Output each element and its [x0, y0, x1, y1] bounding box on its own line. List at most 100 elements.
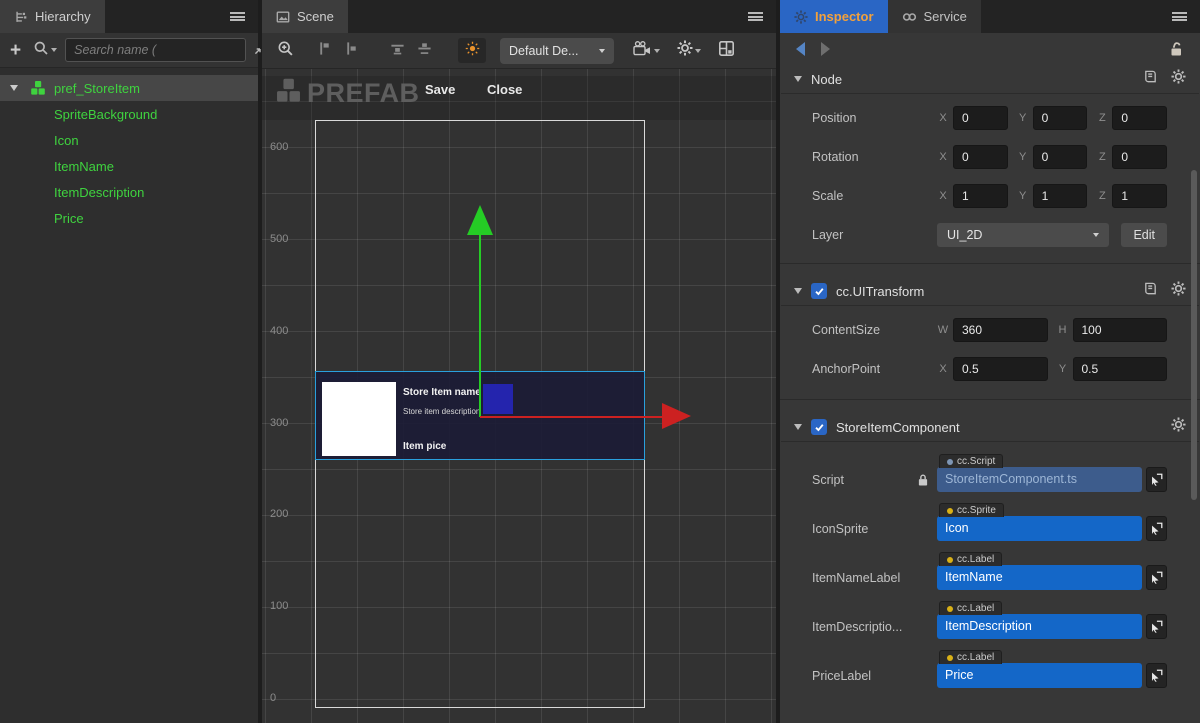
- prefab-cube-icon: [30, 80, 46, 96]
- save-button[interactable]: Save: [425, 82, 455, 97]
- anchor-point-x-input[interactable]: 0.5: [953, 357, 1048, 381]
- tree-item-label: Icon: [54, 133, 79, 148]
- tab-scene[interactable]: Scene: [262, 0, 348, 33]
- unlock-icon[interactable]: [1169, 41, 1184, 57]
- inspector-menu-icon[interactable]: [1172, 12, 1187, 21]
- component-enabled-checkbox[interactable]: [811, 283, 827, 299]
- icon-sprite-label: IconSprite: [812, 522, 868, 536]
- prefab-badge-label: PREFAB: [307, 78, 420, 109]
- y-axis-label: Y: [1057, 363, 1069, 375]
- scale-z-input[interactable]: 1: [1112, 184, 1167, 208]
- history-back-icon[interactable]: [796, 42, 805, 56]
- search-filter-button[interactable]: [33, 40, 57, 61]
- expander-icon[interactable]: [10, 85, 18, 91]
- rotation-y-input[interactable]: 0: [1033, 145, 1088, 169]
- y-axis-label: Y: [1017, 190, 1029, 202]
- expander-icon[interactable]: [794, 288, 802, 294]
- position-z-input[interactable]: 0: [1112, 106, 1167, 130]
- content-size-h-input[interactable]: 100: [1073, 318, 1168, 342]
- search-icon: [33, 40, 49, 61]
- tree-row[interactable]: SpriteBackground: [0, 101, 258, 127]
- tab-hierarchy[interactable]: Hierarchy: [0, 0, 105, 33]
- node-picker-button[interactable]: [1146, 663, 1167, 688]
- align-vertical-edge-button[interactable]: [317, 41, 332, 61]
- node-picker-button[interactable]: [1146, 565, 1167, 590]
- align-horizontal-edge-button[interactable]: [390, 41, 405, 61]
- help-book-icon[interactable]: [1143, 69, 1158, 89]
- rotation-z-input[interactable]: 0: [1112, 145, 1167, 169]
- scale-y-input[interactable]: 1: [1033, 184, 1088, 208]
- tab-service[interactable]: Service: [888, 0, 981, 33]
- gizmo-x-axis[interactable]: [480, 416, 662, 418]
- gizmo-y-axis[interactable]: [479, 235, 481, 417]
- camera-settings-button[interactable]: [633, 41, 660, 61]
- layer-dropdown[interactable]: UI_2D: [937, 223, 1109, 247]
- expander-icon[interactable]: [794, 76, 802, 82]
- icon-sprite-reference-field[interactable]: Icon: [937, 516, 1142, 541]
- tree-row[interactable]: Icon: [0, 127, 258, 153]
- gizmo-y-arrowhead[interactable]: [467, 205, 493, 235]
- scene-toolbar: Default De...: [262, 33, 776, 69]
- tree-item-label: SpriteBackground: [54, 107, 157, 122]
- script-row: Script cc.Script StoreItemComponent.ts: [812, 454, 1167, 492]
- tree-row-root[interactable]: pref_StoreItem: [0, 75, 258, 101]
- history-forward-icon[interactable]: [821, 42, 830, 56]
- prefab-cube-icon: [275, 77, 302, 109]
- asset-type-tag: cc.Label: [939, 650, 1002, 664]
- layer-edit-button[interactable]: Edit: [1121, 223, 1167, 247]
- x-axis-label: X: [937, 151, 949, 163]
- position-row: Position X 0 Y 0 Z 0: [812, 106, 1167, 130]
- scene-viewport[interactable]: PREFAB Save Close 600 500 400 300 200 10…: [262, 69, 776, 723]
- gizmo-x-arrowhead[interactable]: [662, 403, 691, 429]
- expander-icon[interactable]: [794, 424, 802, 430]
- uitransform-section-header[interactable]: cc.UITransform: [780, 277, 1200, 305]
- tab-inspector[interactable]: Inspector: [780, 0, 888, 33]
- hierarchy-icon: [14, 10, 28, 24]
- align-horizontal-center-button[interactable]: [417, 41, 432, 61]
- hierarchy-menu-icon[interactable]: [230, 12, 245, 21]
- tree-row[interactable]: Price: [0, 205, 258, 231]
- gizmo-xy-plane-handle[interactable]: [483, 384, 513, 414]
- tree-row[interactable]: ItemDescription: [0, 179, 258, 205]
- scene-menu-icon[interactable]: [748, 12, 763, 21]
- anchor-point-y-input[interactable]: 0.5: [1073, 357, 1168, 381]
- component-section-header[interactable]: StoreItemComponent: [780, 413, 1200, 441]
- position-y-input[interactable]: 0: [1033, 106, 1088, 130]
- script-reference-field[interactable]: StoreItemComponent.ts: [937, 467, 1142, 492]
- help-book-icon[interactable]: [1143, 281, 1158, 301]
- hierarchy-tab-label: Hierarchy: [35, 9, 91, 24]
- y-axis-label: Y: [1017, 112, 1029, 124]
- add-node-button[interactable]: +: [10, 41, 21, 60]
- item-name-reference-field[interactable]: ItemName: [937, 565, 1142, 590]
- rotation-x-input[interactable]: 0: [953, 145, 1008, 169]
- align-horizontal-center-icon: [417, 41, 432, 61]
- gear-icon[interactable]: [1171, 69, 1186, 89]
- close-button[interactable]: Close: [487, 82, 522, 97]
- position-x-input[interactable]: 0: [953, 106, 1008, 130]
- item-description-reference-field[interactable]: ItemDescription: [937, 614, 1142, 639]
- scene-gear-button[interactable]: [677, 40, 701, 61]
- inspector-panel: Inspector Service Node: [780, 0, 1200, 723]
- tree-row[interactable]: ItemName: [0, 153, 258, 179]
- scale-x-input[interactable]: 1: [953, 184, 1008, 208]
- inspector-scrollbar[interactable]: [1191, 170, 1197, 500]
- align-vertical-center-button[interactable]: [344, 41, 359, 61]
- node-picker-button[interactable]: [1146, 614, 1167, 639]
- price-reference-field[interactable]: Price: [937, 663, 1142, 688]
- inspector-nav: [780, 33, 1200, 65]
- asset-type-tag: cc.Sprite: [939, 503, 1004, 517]
- node-picker-button[interactable]: [1146, 516, 1167, 541]
- layout-split-button[interactable]: [718, 40, 735, 62]
- zoom-tool-button[interactable]: [277, 40, 294, 62]
- content-size-w-input[interactable]: 360: [953, 318, 1048, 342]
- component-enabled-checkbox[interactable]: [811, 419, 827, 435]
- gear-icon[interactable]: [1171, 281, 1186, 301]
- node-section-header[interactable]: Node: [780, 65, 1200, 93]
- light-toggle-button[interactable]: [458, 38, 486, 63]
- hierarchy-panel: Hierarchy +: [0, 0, 258, 723]
- node-picker-button[interactable]: [1146, 467, 1167, 492]
- gear-icon[interactable]: [1171, 417, 1186, 437]
- device-preset-dropdown[interactable]: Default De...: [500, 38, 614, 64]
- search-input[interactable]: [65, 38, 246, 62]
- rotation-row: Rotation X 0 Y 0 Z 0: [812, 145, 1167, 169]
